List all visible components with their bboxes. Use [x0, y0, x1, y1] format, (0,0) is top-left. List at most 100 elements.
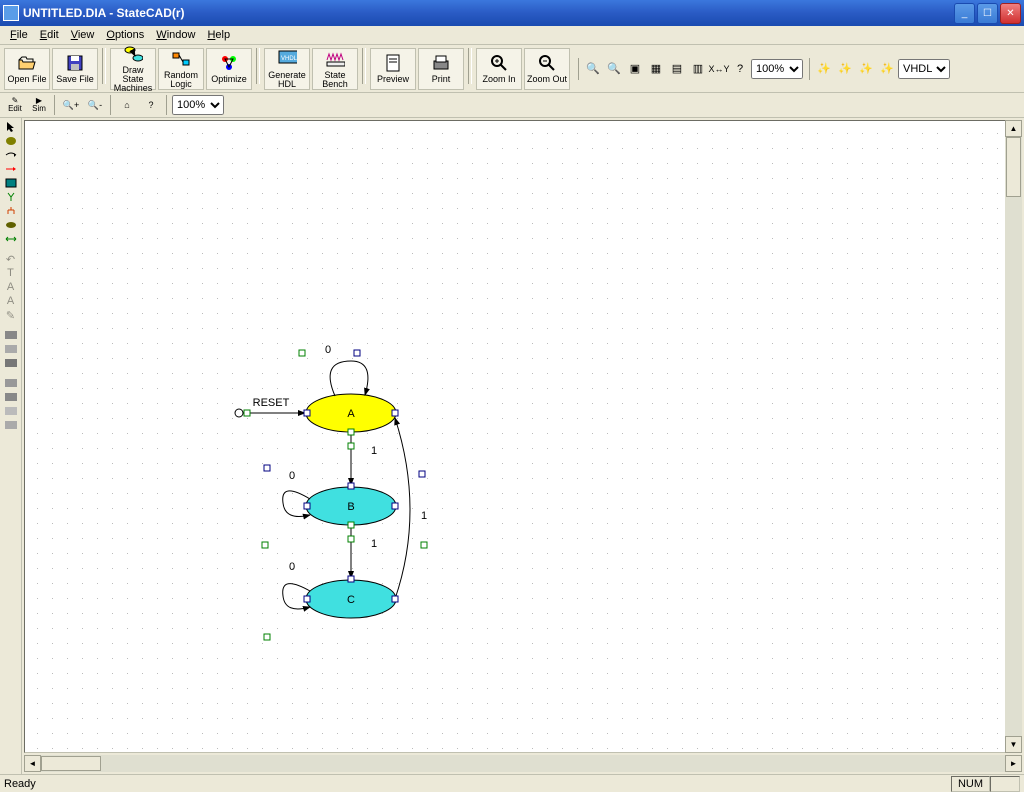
toolbar-label: Preview: [377, 75, 409, 84]
color1-tool[interactable]: [1, 328, 21, 342]
color5-tool[interactable]: [1, 390, 21, 404]
minimize-button[interactable]: _: [954, 3, 975, 24]
maximize-button[interactable]: ☐: [977, 3, 998, 24]
titlebar: UNTITLED.DIA - StateCAD(r) _ ☐ ✕: [0, 0, 1024, 26]
svg-text:1: 1: [421, 510, 427, 522]
zoom-out2-icon[interactable]: 🔍-: [84, 94, 106, 116]
hdl-button[interactable]: VHDLGenerate HDL: [264, 48, 310, 90]
menu-options[interactable]: Options: [100, 28, 150, 42]
arrow-tool[interactable]: [1, 162, 21, 176]
home-icon[interactable]: ⌂: [116, 94, 138, 116]
help2-icon[interactable]: ?: [140, 94, 162, 116]
svg-text:B: B: [347, 501, 354, 513]
scrollbar-v[interactable]: ▲ ▼: [1005, 120, 1022, 753]
status-num: NUM: [951, 776, 990, 792]
print-button[interactable]: Print: [418, 48, 464, 90]
toolbar-label: Optimize: [211, 75, 247, 84]
scroll-v-thumb[interactable]: [1006, 137, 1021, 197]
state-diagram[interactable]: RESETABC010101: [25, 121, 1022, 753]
zoom-out-icon[interactable]: 🔍: [604, 59, 624, 79]
svg-text:0: 0: [325, 344, 331, 356]
edit-mode-button[interactable]: ✎Edit: [4, 94, 26, 116]
canvas[interactable]: RESETABC010101: [24, 120, 1022, 753]
menu-file[interactable]: File: [4, 28, 34, 42]
help-icon[interactable]: ?: [730, 59, 750, 79]
toolbar-label: Print: [432, 75, 451, 84]
wand2-icon[interactable]: ✨: [835, 59, 855, 79]
toolbar-label: Random Logic: [164, 71, 198, 89]
close-button[interactable]: ✕: [1000, 3, 1021, 24]
menubar: File Edit View Options Window Help: [0, 26, 1024, 45]
bidir-tool[interactable]: [1, 232, 21, 246]
fsm-icon: [123, 44, 143, 64]
merge-tool[interactable]: [1, 190, 21, 204]
color2-tool[interactable]: [1, 342, 21, 356]
wand3-icon[interactable]: ✨: [856, 59, 876, 79]
pen-tool[interactable]: ✎: [1, 308, 21, 322]
svg-text:VHDL: VHDL: [281, 56, 297, 62]
svg-text:1: 1: [371, 538, 377, 550]
color6-tool[interactable]: [1, 404, 21, 418]
zoom-in2-icon[interactable]: 🔍+: [60, 94, 82, 116]
print-icon: [431, 53, 451, 73]
tree-tool[interactable]: [1, 204, 21, 218]
zoom-in-icon[interactable]: 🔍: [583, 59, 603, 79]
zoomin-icon: [489, 53, 509, 73]
grid2-icon[interactable]: ▥: [688, 59, 708, 79]
svg-text:0: 0: [289, 470, 295, 482]
menu-help[interactable]: Help: [201, 28, 236, 42]
scroll-left-icon[interactable]: ◄: [24, 755, 41, 772]
fit-icon[interactable]: ▦: [646, 59, 666, 79]
canvas-wrap: RESETABC010101 ◄ ►: [22, 118, 1024, 774]
toolbar-second: ✎Edit ▶Sim 🔍+ 🔍- ⌂ ? 100%: [0, 93, 1024, 118]
state-tool[interactable]: [1, 134, 21, 148]
color4-tool[interactable]: [1, 376, 21, 390]
zoom-select[interactable]: 100%: [751, 59, 803, 79]
zoom-select-2[interactable]: 100%: [172, 95, 224, 115]
bench-button[interactable]: State Bench: [312, 48, 358, 90]
toolbar-main: Open File Save File Draw State Machines Ran…: [0, 45, 1024, 93]
menu-view[interactable]: View: [65, 28, 101, 42]
ellipse-tool[interactable]: [1, 218, 21, 232]
nav-icon[interactable]: ▣: [625, 59, 645, 79]
fsm-button[interactable]: Draw State Machines: [110, 48, 156, 90]
scroll-h-thumb[interactable]: [41, 756, 101, 771]
scrollbar-h[interactable]: ◄ ►: [24, 755, 1022, 772]
text-tool[interactable]: T: [1, 266, 21, 280]
open-button[interactable]: Open File: [4, 48, 50, 90]
opt-button[interactable]: Optimize: [206, 48, 252, 90]
preview-icon: [383, 53, 403, 73]
scroll-up-icon[interactable]: ▲: [1005, 120, 1022, 137]
scroll-down-icon[interactable]: ▼: [1005, 736, 1022, 753]
save-button[interactable]: Save File: [52, 48, 98, 90]
xy-icon[interactable]: X↔Y: [709, 59, 729, 79]
zoomin-button[interactable]: Zoom In: [476, 48, 522, 90]
select-tool[interactable]: [1, 120, 21, 134]
rand-button[interactable]: Random Logic: [158, 48, 204, 90]
undo-tool[interactable]: ↶: [1, 252, 21, 266]
bench-icon: [325, 49, 345, 69]
view-toolbar: 🔍 🔍 ▣ ▦ ▤ ▥ X↔Y ? 100%: [578, 58, 807, 80]
block-tool[interactable]: [1, 176, 21, 190]
menu-edit[interactable]: Edit: [34, 28, 65, 42]
svg-text:C: C: [347, 594, 355, 606]
zoomout-button[interactable]: Zoom Out: [524, 48, 570, 90]
sim-mode-button[interactable]: ▶Sim: [28, 94, 50, 116]
main-area: ↶ T A A ✎ RESETABC010101 ◄: [0, 118, 1024, 774]
color3-tool[interactable]: [1, 356, 21, 370]
toolbar-label: Open File: [7, 75, 46, 84]
save-icon: [65, 53, 85, 73]
wand-icon[interactable]: ✨: [814, 59, 834, 79]
menu-window[interactable]: Window: [150, 28, 201, 42]
preview-button[interactable]: Preview: [370, 48, 416, 90]
hdl-icon: VHDL: [277, 49, 297, 69]
trans-tool[interactable]: [1, 148, 21, 162]
color7-tool[interactable]: [1, 418, 21, 432]
hdl-lang-select[interactable]: VHDL: [898, 59, 950, 79]
svg-text:1: 1: [371, 445, 377, 457]
text2-tool[interactable]: A: [1, 280, 21, 294]
font-tool[interactable]: A: [1, 294, 21, 308]
scroll-right-icon[interactable]: ►: [1005, 755, 1022, 772]
wand4-icon[interactable]: ✨: [877, 59, 897, 79]
grid-icon[interactable]: ▤: [667, 59, 687, 79]
